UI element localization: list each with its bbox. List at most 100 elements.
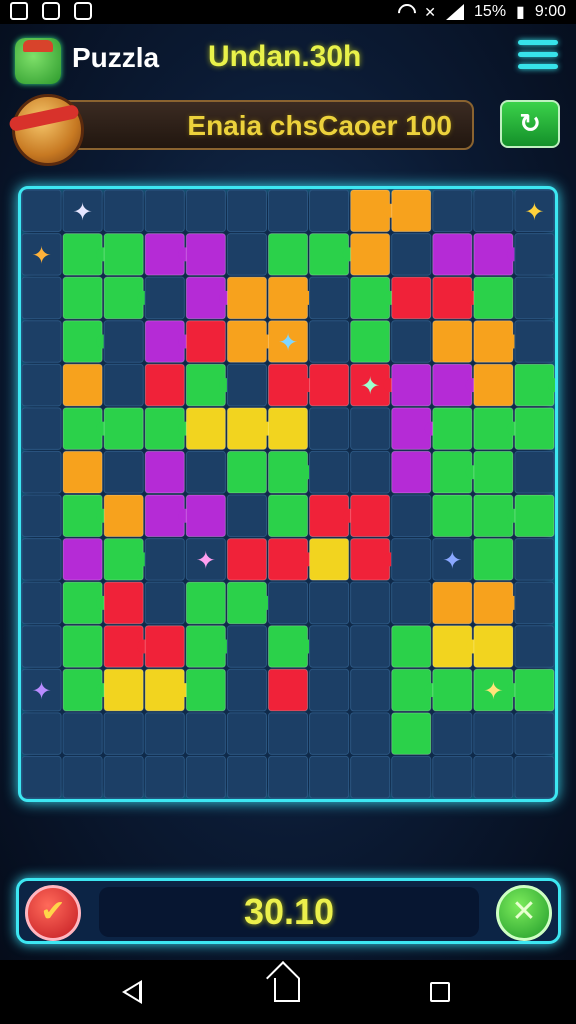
empty-cell[interactable] [514,581,555,625]
empty-cell[interactable] [350,755,391,799]
empty-cell[interactable] [21,755,62,799]
puzzle-piece[interactable] [103,494,144,538]
puzzle-piece[interactable] [267,494,309,538]
empty-cell[interactable] [473,189,514,233]
empty-cell[interactable] [391,233,432,276]
puzzle-piece[interactable] [473,363,514,407]
empty-cell[interactable] [391,755,432,799]
empty-cell[interactable] [309,407,350,450]
puzzle-piece[interactable] [62,276,103,320]
empty-cell[interactable] [144,755,185,799]
puzzle-piece[interactable] [103,581,144,625]
empty-cell[interactable] [226,668,267,712]
empty-cell[interactable] [103,712,144,755]
empty-cell[interactable] [185,755,226,799]
puzzle-piece[interactable] [391,712,432,755]
empty-cell[interactable] [267,755,309,799]
empty-cell[interactable] [185,450,226,494]
puzzle-piece[interactable] [391,450,432,494]
puzzle-piece[interactable] [391,363,432,407]
empty-cell[interactable] [309,189,350,233]
puzzle-piece[interactable] [62,625,103,668]
empty-cell[interactable] [103,450,144,494]
hamburger-menu-button[interactable] [518,40,558,74]
puzzle-piece[interactable] [350,320,391,363]
puzzle-piece[interactable] [350,233,391,276]
empty-cell[interactable] [267,581,309,625]
empty-cell[interactable] [514,712,555,755]
puzzle-piece[interactable] [432,581,473,625]
puzzle-piece[interactable] [350,494,391,538]
puzzle-piece[interactable] [391,189,432,233]
puzzle-grid[interactable]: ✦ ✦ ✦ ✦ ✦ ✦ ✦ ✦ ✦ [21,189,555,799]
empty-cell[interactable] [62,755,103,799]
empty-cell[interactable] [226,712,267,755]
puzzle-piece[interactable] [309,363,350,407]
empty-cell[interactable] [103,755,144,799]
empty-cell[interactable] [21,581,62,625]
puzzle-board[interactable]: ✦ ✦ ✦ ✦ ✦ ✦ ✦ ✦ ✦ [18,186,558,802]
empty-cell[interactable] [226,755,267,799]
empty-cell[interactable] [350,450,391,494]
empty-cell[interactable] [21,276,62,320]
puzzle-piece[interactable] [473,450,514,494]
puzzle-piece[interactable] [185,494,226,538]
empty-cell[interactable] [473,712,514,755]
empty-cell[interactable] [21,320,62,363]
puzzle-piece[interactable] [514,494,555,538]
puzzle-piece[interactable] [226,538,267,581]
puzzle-piece[interactable] [473,625,514,668]
puzzle-piece[interactable] [185,581,226,625]
empty-cell[interactable] [309,320,350,363]
back-icon[interactable] [122,980,142,1004]
puzzle-piece[interactable] [432,668,473,712]
empty-cell[interactable] [350,407,391,450]
empty-cell[interactable] [514,276,555,320]
empty-cell[interactable] [226,494,267,538]
puzzle-piece[interactable] [432,233,473,276]
puzzle-piece[interactable] [432,494,473,538]
hint-button[interactable]: ✔ [25,885,81,941]
puzzle-piece[interactable] [473,538,514,581]
empty-cell[interactable] [514,233,555,276]
puzzle-piece[interactable] [62,363,103,407]
puzzle-piece[interactable] [62,538,103,581]
puzzle-piece[interactable] [267,668,309,712]
puzzle-piece[interactable] [185,233,226,276]
empty-cell[interactable] [350,625,391,668]
empty-cell[interactable] [309,668,350,712]
puzzle-piece[interactable] [103,668,144,712]
empty-cell[interactable] [103,189,144,233]
puzzle-piece[interactable] [103,407,144,450]
empty-cell[interactable] [350,712,391,755]
puzzle-piece[interactable] [185,668,226,712]
puzzle-piece[interactable] [144,625,185,668]
mascot-avatar[interactable] [12,94,84,166]
empty-cell[interactable] [21,189,62,233]
puzzle-piece[interactable] [309,538,350,581]
empty-cell[interactable] [21,712,62,755]
empty-cell[interactable] [309,581,350,625]
empty-cell[interactable] [391,320,432,363]
empty-cell[interactable] [144,538,185,581]
puzzle-piece[interactable] [514,407,555,450]
empty-cell[interactable] [144,712,185,755]
puzzle-piece[interactable] [473,276,514,320]
puzzle-piece[interactable] [226,276,267,320]
empty-cell[interactable] [309,276,350,320]
empty-cell[interactable] [226,233,267,276]
empty-cell[interactable] [514,755,555,799]
puzzle-piece[interactable] [267,233,309,276]
empty-cell[interactable] [62,712,103,755]
empty-cell[interactable] [185,189,226,233]
puzzle-piece[interactable] [103,233,144,276]
empty-cell[interactable] [21,538,62,581]
puzzle-piece[interactable] [391,625,432,668]
empty-cell[interactable] [21,363,62,407]
empty-cell[interactable] [350,581,391,625]
empty-cell[interactable] [21,450,62,494]
empty-cell[interactable] [21,625,62,668]
empty-cell[interactable] [21,494,62,538]
confirm-button[interactable]: ✕ [496,885,552,941]
empty-cell[interactable] [103,363,144,407]
